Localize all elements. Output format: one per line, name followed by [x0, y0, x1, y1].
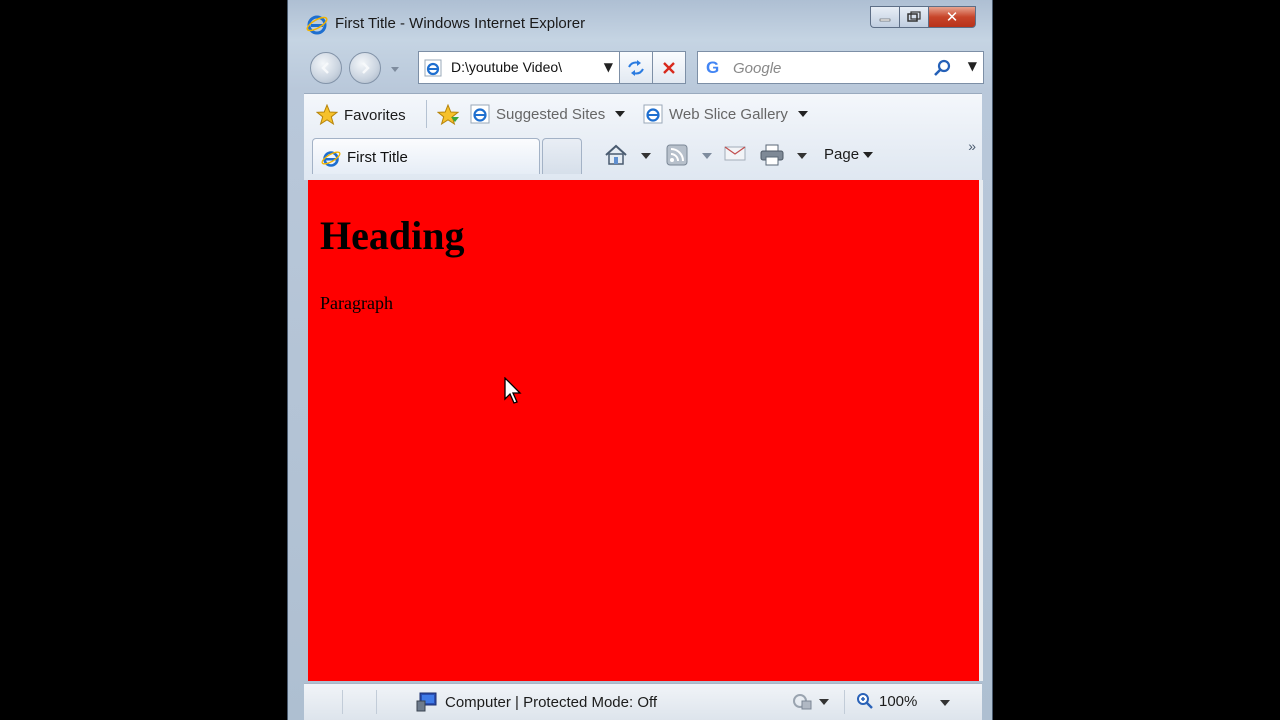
mouse-cursor-icon [504, 377, 522, 404]
minimize-button[interactable] [870, 6, 899, 28]
home-button[interactable] [604, 144, 628, 166]
search-icon[interactable] [933, 58, 953, 78]
feeds-icon [666, 144, 688, 166]
address-input[interactable]: D:\youtube Video\ [451, 59, 593, 75]
title-bar[interactable]: First Title - Windows Internet Explorer … [288, 0, 992, 46]
favorites-star-icon [316, 104, 338, 126]
back-button[interactable] [310, 52, 342, 84]
close-button[interactable]: ✕ [928, 6, 976, 28]
zoom-dropdown-icon[interactable] [940, 699, 950, 707]
read-mail-button[interactable] [724, 144, 746, 162]
address-dropdown-icon[interactable]: ▼ [604, 60, 613, 74]
forward-arrow-icon [362, 62, 370, 74]
new-tab-button[interactable] [542, 138, 582, 174]
page-menu-button[interactable]: Page [824, 146, 874, 163]
favorites-bar: Favorites Suggested Sites Web Slice Gall… [304, 94, 982, 134]
refresh-button[interactable] [620, 51, 653, 84]
command-bar: First Title Page » [304, 138, 982, 178]
back-arrow-icon [321, 62, 329, 74]
print-dropdown-icon[interactable] [797, 152, 807, 160]
command-bar-overflow-icon[interactable]: » [968, 138, 976, 154]
zoom-control[interactable]: 100% [856, 692, 917, 710]
ie-logo-icon [306, 15, 328, 35]
status-segment-divider [844, 690, 845, 714]
favorites-label: Favorites [344, 106, 406, 124]
web-slice-gallery-link[interactable]: Web Slice Gallery [643, 104, 808, 124]
print-icon [760, 144, 784, 166]
maximize-button[interactable] [899, 6, 928, 28]
print-button[interactable] [760, 144, 784, 166]
feeds-button[interactable] [666, 144, 688, 166]
tab-ie-icon [321, 151, 341, 167]
tab-first-title[interactable]: First Title [312, 138, 540, 174]
stop-button[interactable] [653, 51, 686, 84]
vertical-scrollbar[interactable] [979, 180, 983, 681]
google-logo-icon: G [706, 58, 720, 77]
search-input[interactable]: Google [733, 60, 781, 77]
caption-buttons: ✕ [870, 6, 976, 28]
suggested-sites-dropdown-icon[interactable] [615, 111, 626, 117]
page-menu-dropdown-icon [863, 151, 874, 158]
forward-button[interactable] [349, 52, 381, 84]
favorites-separator [426, 100, 427, 128]
suggested-sites-ie-icon [470, 104, 490, 124]
minimize-icon [879, 18, 891, 22]
home-dropdown-icon[interactable] [641, 152, 651, 160]
web-slice-ie-icon [643, 104, 663, 124]
computer-zone-icon [416, 692, 437, 712]
refresh-icon [628, 59, 644, 76]
security-zone-label: Computer | Protected Mode: Off [445, 693, 658, 711]
security-zone[interactable]: Computer | Protected Mode: Off [416, 692, 657, 712]
address-bar[interactable]: D:\youtube Video\ ▼ [418, 51, 620, 84]
add-to-favorites-bar-icon[interactable] [437, 104, 461, 126]
web-slice-gallery-label: Web Slice Gallery [669, 105, 788, 123]
home-icon [605, 144, 627, 165]
status-segment-divider [376, 690, 377, 714]
page-heading: Heading [320, 213, 465, 258]
recent-pages-dropdown-icon[interactable] [390, 66, 400, 74]
toolbar-area: Favorites Suggested Sites Web Slice Gall… [304, 93, 982, 180]
window-title: First Title - Windows Internet Explorer [335, 15, 586, 32]
page-paragraph: Paragraph [320, 293, 393, 313]
feeds-dropdown-icon[interactable] [702, 152, 712, 160]
status-segment-divider [342, 690, 343, 714]
suggested-sites-link[interactable]: Suggested Sites [470, 104, 626, 124]
suggested-sites-label: Suggested Sites [496, 105, 606, 123]
popup-blocker-status[interactable] [792, 692, 829, 712]
zoom-magnifier-icon [857, 693, 873, 709]
page-ie-icon [424, 59, 442, 77]
close-icon: ✕ [945, 8, 959, 26]
tab-label: First Title [347, 149, 408, 166]
status-bar: Computer | Protected Mode: Off 100% [304, 683, 982, 720]
restore-icon [907, 11, 921, 22]
popup-blocker-dropdown-icon [819, 699, 829, 705]
favorites-button[interactable]: Favorites [316, 104, 406, 126]
document-area: Heading Paragraph [308, 180, 979, 681]
search-options-dropdown-icon[interactable]: ▼ [968, 59, 977, 73]
mail-icon [724, 146, 746, 161]
zoom-level: 100% [879, 692, 918, 710]
web-slice-gallery-dropdown-icon[interactable] [797, 111, 808, 117]
stop-x-icon [663, 61, 675, 74]
popup-blocker-icon [793, 694, 812, 710]
page-menu-label: Page [824, 146, 860, 163]
search-box[interactable]: G Google ▼ [697, 51, 984, 84]
ie-window: First Title - Windows Internet Explorer … [287, 0, 993, 720]
